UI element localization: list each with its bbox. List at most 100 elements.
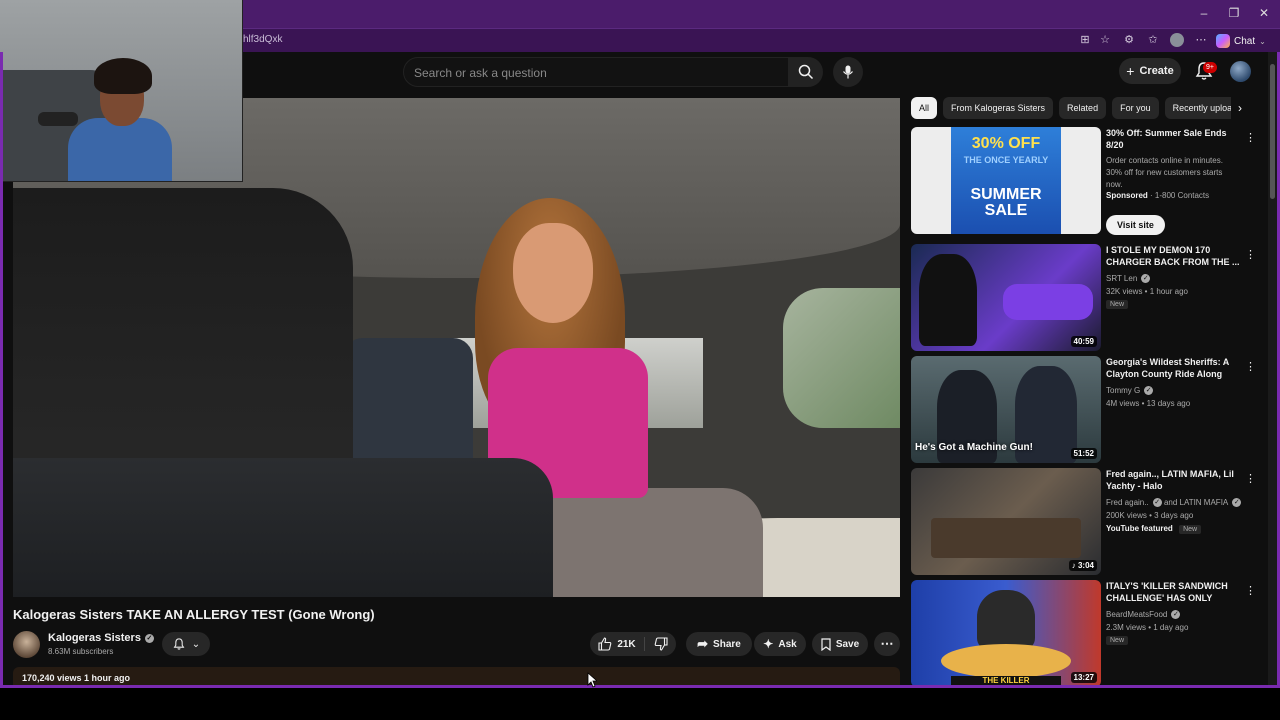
sidebar-video-card[interactable]: ♪ 3:04 Fred again.., LATIN MAFIA, Lil Ya… xyxy=(911,468,1256,576)
extension-icon[interactable]: ⚙ xyxy=(1122,33,1136,47)
chip-all[interactable]: All xyxy=(911,97,938,119)
share-button[interactable]: ➦ Share xyxy=(686,632,752,656)
thumb-banner-text: THE KILLER xyxy=(951,676,1061,685)
chip-recently-uploaded[interactable]: Recently uploaded xyxy=(1164,97,1231,119)
verified-check-icon: ✓ xyxy=(1144,386,1154,396)
sidebar-video-card[interactable]: He's Got a Machine Gun! 51:52 Georgia's … xyxy=(911,356,1256,464)
save-label: Save xyxy=(835,638,860,650)
chip-related[interactable]: Related xyxy=(1059,97,1107,119)
advertiser-name: · 1-800 Contacts xyxy=(1150,191,1210,200)
minimize-icon[interactable]: – xyxy=(1196,5,1212,21)
channel-name[interactable]: Fred again.. xyxy=(1106,498,1149,507)
search-input[interactable]: Search or ask a question xyxy=(403,57,789,87)
video-title[interactable]: Fred again.., LATIN MAFIA, Lil Yachty - … xyxy=(1106,468,1241,492)
more-horizontal-icon: ⋯ xyxy=(880,636,894,651)
chat-label: Chat xyxy=(1234,35,1256,47)
video-meta: 2.3M views • 1 day ago xyxy=(1106,623,1189,632)
like-button[interactable]: 21K xyxy=(598,637,645,651)
description-box[interactable]: 170,240 views 1 hour ago xyxy=(13,667,900,688)
ask-button[interactable]: ✦ Ask xyxy=(754,632,806,656)
sidebar-video-card[interactable]: 40:59 I STOLE MY DEMON 170 CHARGER BACK … xyxy=(911,244,1256,352)
ad-thumbnail[interactable]: 30% OFF THE ONCE YEARLY SUMMER SALE xyxy=(911,127,1101,234)
thumbs-down-icon[interactable] xyxy=(654,637,668,651)
webcam-person-hair xyxy=(94,58,152,94)
channel-name-row[interactable]: Fred again.. ✓ and LATIN MAFIA ✓ xyxy=(1106,498,1242,508)
video-title[interactable]: Georgia's Wildest Sheriffs: A Clayton Co… xyxy=(1106,356,1241,380)
thumb-sandwich xyxy=(941,644,1071,678)
visit-site-button[interactable]: Visit site xyxy=(1106,215,1165,235)
restore-icon[interactable]: ❐ xyxy=(1226,5,1242,21)
channel-name-row[interactable]: Tommy G ✓ xyxy=(1106,386,1154,396)
app-available-icon[interactable]: ⊞ xyxy=(1078,33,1092,47)
channel-name-row[interactable]: BeardMeatsFood ✓ xyxy=(1106,610,1181,620)
close-icon[interactable]: ✕ xyxy=(1256,5,1272,21)
video-thumbnail[interactable]: 40:59 xyxy=(911,244,1101,351)
notification-count-badge: 9+ xyxy=(1203,62,1217,73)
mouse-pointer-icon xyxy=(587,672,597,688)
channel-extra[interactable]: and LATIN MAFIA xyxy=(1164,498,1228,507)
more-vertical-icon[interactable]: ⋮ xyxy=(1245,472,1256,486)
ad-sponsor-line: Sponsored · 1-800 Contacts xyxy=(1106,191,1209,200)
more-actions-button[interactable]: ⋯ xyxy=(874,632,900,656)
more-vertical-icon[interactable]: ⋮ xyxy=(1245,584,1256,598)
ad-title[interactable]: 30% Off: Summer Sale Ends 8/20 xyxy=(1106,127,1241,151)
more-vertical-icon[interactable]: ⋮ xyxy=(1245,131,1256,145)
video-title[interactable]: ITALY'S 'KILLER SANDWICH CHALLENGE' HAS … xyxy=(1106,580,1241,604)
channel-name[interactable]: SRT Len xyxy=(1106,274,1137,283)
more-vertical-icon[interactable]: ⋮ xyxy=(1245,248,1256,262)
channel-name[interactable]: Kalogeras Sisters xyxy=(48,632,141,644)
chip-from-channel[interactable]: From Kalogeras Sisters xyxy=(943,97,1054,119)
video-frame-seat-bottom xyxy=(13,458,553,597)
video-meta: 32K views • 1 hour ago xyxy=(1106,287,1188,296)
favorites-icon[interactable]: ✩ xyxy=(1146,33,1160,47)
share-label: Share xyxy=(713,638,741,650)
bell-icon xyxy=(173,638,185,650)
featured-row: YouTube featured New xyxy=(1106,524,1202,534)
video-thumbnail[interactable]: ♪ 3:04 xyxy=(911,468,1101,575)
create-label: Create xyxy=(1139,65,1174,77)
channel-name[interactable]: BeardMeatsFood xyxy=(1106,610,1167,619)
more-options-icon[interactable]: ⋯ xyxy=(1194,33,1208,47)
webcam-person-shirt xyxy=(68,118,172,181)
subscription-bell-button[interactable]: ⌄ xyxy=(162,632,210,656)
microphone-icon xyxy=(843,65,853,79)
duration-badge: ♪ 3:04 xyxy=(1068,560,1097,571)
favorite-star-icon[interactable]: ☆ xyxy=(1098,33,1112,47)
new-badge: New xyxy=(1106,300,1129,309)
duration-text: 3:04 xyxy=(1077,561,1094,570)
sidebar-video-card[interactable]: THE KILLER 13:27 ITALY'S 'KILLER SANDWIC… xyxy=(911,580,1256,688)
account-avatar[interactable] xyxy=(1230,61,1251,82)
music-note-icon: ♪ xyxy=(1071,561,1076,570)
video-frame-person-face xyxy=(513,223,593,323)
verified-check-icon: ✓ xyxy=(1171,610,1181,620)
chip-for-you[interactable]: For you xyxy=(1112,97,1159,119)
channel-avatar[interactable] xyxy=(13,631,40,658)
url-text[interactable]: hlf3dQxk xyxy=(243,34,282,45)
scrollbar-thumb[interactable] xyxy=(1270,64,1275,199)
voice-search-button[interactable] xyxy=(833,57,863,87)
ad-thumb-text-1: 30% OFF xyxy=(971,135,1041,152)
create-button[interactable]: + Create xyxy=(1119,58,1181,84)
channel-name[interactable]: Tommy G xyxy=(1106,386,1140,395)
more-vertical-icon[interactable]: ⋮ xyxy=(1245,360,1256,374)
sidebar-ad-card[interactable]: 30% OFF THE ONCE YEARLY SUMMER SALE 30% … xyxy=(911,127,1256,235)
thumb-studio-desk xyxy=(931,518,1081,558)
search-button[interactable] xyxy=(789,57,823,87)
search-placeholder: Search or ask a question xyxy=(414,66,547,80)
like-count: 21K xyxy=(617,638,636,650)
video-thumbnail[interactable]: He's Got a Machine Gun! 51:52 xyxy=(911,356,1101,463)
ad-thumb-text-2: THE ONCE YEARLY xyxy=(963,155,1049,165)
copilot-chat-button[interactable]: Chat ⌄ xyxy=(1216,32,1266,50)
thumbnail-overlay-text: He's Got a Machine Gun! xyxy=(915,442,1033,453)
save-button[interactable]: Save xyxy=(812,632,868,656)
channel-name-row[interactable]: SRT Len ✓ xyxy=(1106,274,1151,284)
video-thumbnail[interactable]: THE KILLER 13:27 xyxy=(911,580,1101,687)
channel-name-row[interactable]: Kalogeras Sisters ✓ xyxy=(48,632,154,644)
chevron-right-icon[interactable]: › xyxy=(1232,100,1248,116)
profile-avatar-icon[interactable] xyxy=(1170,33,1184,47)
verified-check-icon: ✓ xyxy=(144,633,154,643)
featured-label: YouTube featured xyxy=(1106,524,1173,533)
webcam-overlay xyxy=(0,0,243,182)
video-title[interactable]: I STOLE MY DEMON 170 CHARGER BACK FROM T… xyxy=(1106,244,1241,268)
subscriber-count: 8.63M subscribers xyxy=(48,647,114,656)
